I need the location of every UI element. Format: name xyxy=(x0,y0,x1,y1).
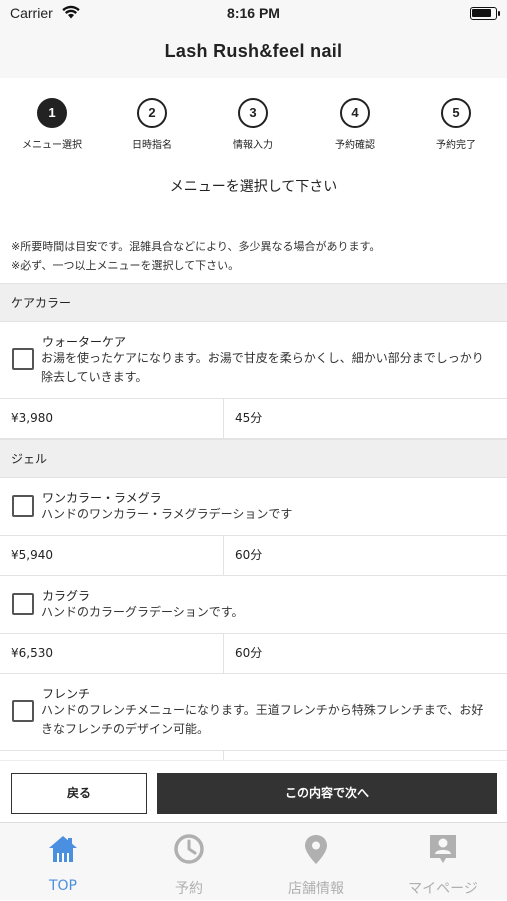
menu-price xyxy=(0,751,224,760)
menu-item-description: ハンドのフレンチメニューになります。王道フレンチから特殊フレンチまで、お好きなフ… xyxy=(41,703,484,736)
price-row xyxy=(0,751,507,760)
step-3: 3 情報入力 xyxy=(213,85,293,151)
menu-item-name: フレンチ xyxy=(42,687,91,701)
step-label: メニュー選択 xyxy=(22,140,82,151)
status-bar: Carrier 8:16 PM xyxy=(0,0,507,28)
step-2: 2 日時指名 xyxy=(112,85,192,151)
step-label: 予約確認 xyxy=(335,140,375,151)
menu-item-name: ウォーターケア xyxy=(42,335,127,349)
category-header: ケアカラー xyxy=(0,283,507,322)
note-duration: ※所要時間は目安です。混雑具合などにより、多少異なる場合があります。 xyxy=(11,240,381,253)
menu-item-description: ハンドのカラーグラデーションです。 xyxy=(41,605,244,619)
battery-icon xyxy=(470,7,500,20)
step-label: 日時指名 xyxy=(132,140,172,151)
menu-duration: 60分 xyxy=(235,548,263,562)
price-row: ¥3,980 45分 xyxy=(0,399,507,439)
step-label: 予約完了 xyxy=(436,140,476,151)
category-header: ジェル xyxy=(0,439,507,478)
menu-item[interactable]: ワンカラー・ラメグラ ハンドのワンカラー・ラメグラデーションです xyxy=(0,478,507,536)
tab-label: 予約 xyxy=(175,881,203,897)
menu-list[interactable]: ケアカラー ウォーターケア お湯を使ったケアになります。お湯で甘皮を柔らかくし、… xyxy=(0,283,507,760)
menu-checkbox[interactable] xyxy=(12,348,34,370)
notes: ※所要時間は目安です。混雑具合などにより、多少異なる場合があります。 ※必ず、一… xyxy=(11,237,380,275)
tab-label: マイページ xyxy=(408,881,478,897)
menu-price: ¥6,530 xyxy=(0,634,224,673)
tab-reservation[interactable]: 予約 xyxy=(126,823,252,901)
step-number: 3 xyxy=(238,98,268,128)
menu-item-name: カラグラ xyxy=(42,589,91,603)
menu-item-description: ハンドのワンカラー・ラメグラデーションです xyxy=(41,507,293,521)
action-bar: 戻る この内容で次へ xyxy=(0,760,507,822)
nav-header: Lash Rush&feel nail xyxy=(0,28,507,78)
step-indicator: 1 メニュー選択 2 日時指名 3 情報入力 4 予約確認 5 予約完了 xyxy=(0,85,507,155)
back-button[interactable]: 戻る xyxy=(11,773,147,814)
price-row: ¥5,940 60分 xyxy=(0,536,507,576)
step-number: 4 xyxy=(340,98,370,128)
price-row: ¥6,530 60分 xyxy=(0,634,507,674)
menu-item-description: お湯を使ったケアになります。お湯で甘皮を柔らかくし、細かい部分までしっかり除去し… xyxy=(41,351,484,384)
map-pin-icon xyxy=(305,835,327,864)
tab-bar: TOP 予約 店舗情報 マイページ xyxy=(0,822,507,900)
menu-item[interactable]: カラグラ ハンドのカラーグラデーションです。 xyxy=(0,576,507,634)
menu-checkbox[interactable] xyxy=(12,495,34,517)
menu-checkbox[interactable] xyxy=(12,700,34,722)
page-title: Lash Rush&feel nail xyxy=(164,41,343,61)
step-5: 5 予約完了 xyxy=(416,85,496,151)
clock-time: 8:16 PM xyxy=(227,5,280,21)
menu-duration: 45分 xyxy=(235,411,263,425)
tab-top[interactable]: TOP xyxy=(0,823,126,901)
menu-price: ¥5,940 xyxy=(0,536,224,575)
menu-price: ¥3,980 xyxy=(0,399,224,438)
menu-duration xyxy=(224,751,235,760)
profile-badge-icon xyxy=(430,835,456,863)
home-icon xyxy=(49,836,77,862)
clock-icon xyxy=(174,834,204,864)
menu-item[interactable]: ウォーターケア お湯を使ったケアになります。お湯で甘皮を柔らかくし、細かい部分ま… xyxy=(0,322,507,399)
tab-label: 店舗情報 xyxy=(288,881,344,897)
step-number: 5 xyxy=(441,98,471,128)
step-number: 1 xyxy=(37,98,67,128)
tab-store-info[interactable]: 店舗情報 xyxy=(253,823,379,901)
step-1: 1 メニュー選択 xyxy=(12,85,92,151)
step-number: 2 xyxy=(137,98,167,128)
step-label: 情報入力 xyxy=(233,140,273,151)
menu-duration: 60分 xyxy=(235,646,263,660)
menu-checkbox[interactable] xyxy=(12,593,34,615)
note-required: ※必ず、一つ以上メニューを選択して下さい。 xyxy=(11,259,240,272)
tab-label: TOP xyxy=(48,878,77,894)
menu-item-name: ワンカラー・ラメグラ xyxy=(42,491,162,505)
next-button[interactable]: この内容で次へ xyxy=(157,773,497,814)
menu-item[interactable]: フレンチ ハンドのフレンチメニューになります。王道フレンチから特殊フレンチまで、… xyxy=(0,674,507,751)
step-4: 4 予約確認 xyxy=(315,85,395,151)
section-heading: メニューを選択して下さい xyxy=(169,179,338,195)
tab-mypage[interactable]: マイページ xyxy=(380,823,506,901)
